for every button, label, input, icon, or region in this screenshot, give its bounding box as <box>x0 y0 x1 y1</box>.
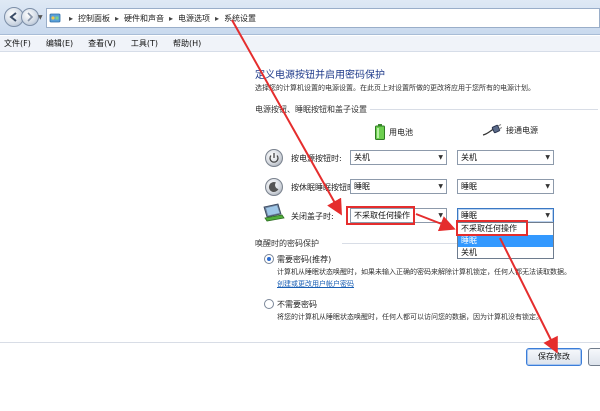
breadcrumb-separator: ▸ <box>215 13 220 23</box>
section-divider <box>370 109 598 110</box>
column-label-plugged: 接通电源 <box>506 125 538 135</box>
breadcrumb-separator: ▸ <box>169 13 174 23</box>
history-dropdown-icon[interactable]: ▼ <box>38 14 43 21</box>
menu-help[interactable]: 帮助(H) <box>173 38 201 49</box>
select-value: 关机 <box>354 153 370 162</box>
menu-bar: 文件(F) 编辑(E) 查看(V) 工具(T) 帮助(H) <box>0 36 600 52</box>
section-title-password: 唤醒时的密码保护 <box>255 239 319 248</box>
annotation-box-battery-lid <box>346 206 415 225</box>
control-panel-icon <box>49 13 61 23</box>
save-changes-button[interactable]: 保存修改 <box>526 348 582 366</box>
annotation-box-dropdown-option <box>456 220 528 236</box>
sleep-button-plugged-select[interactable]: 睡眠 ▼ <box>457 179 554 194</box>
breadcrumb-power-options[interactable]: 电源选项 <box>178 13 210 24</box>
battery-icon <box>375 124 385 140</box>
column-label-battery: 用电池 <box>389 127 413 137</box>
chevron-down-icon: ▼ <box>545 212 550 219</box>
plug-icon <box>482 124 502 136</box>
no-password-title[interactable]: 不需要密码 <box>277 299 317 310</box>
footer-divider <box>0 342 600 343</box>
breadcrumb-system-settings[interactable]: 系统设置 <box>224 13 256 24</box>
power-button-battery-select[interactable]: 关机 ▼ <box>350 150 447 165</box>
chevron-down-icon: ▼ <box>438 154 443 161</box>
cancel-button[interactable] <box>588 348 600 366</box>
select-value: 睡眠 <box>354 182 370 191</box>
close-lid-label: 关闭盖子时: <box>291 212 334 221</box>
section-title-buttons: 电源按钮、睡眠按钮和盖子设置 <box>255 105 367 114</box>
laptop-lid-icon <box>263 203 285 222</box>
select-value: 关机 <box>461 153 477 162</box>
require-password-radio[interactable] <box>264 254 274 264</box>
column-header-battery: 用电池 <box>375 124 413 140</box>
address-bar: ▼ ▸ 控制面板 ▸ 硬件和声音 ▸ 电源选项 ▸ 系统设置 <box>0 0 600 35</box>
forward-icon <box>27 12 34 22</box>
forward-button[interactable] <box>21 8 39 26</box>
breadcrumb-separator: ▸ <box>69 13 74 23</box>
dropdown-option-sleep[interactable]: 睡眠 <box>458 235 553 247</box>
menu-view[interactable]: 查看(V) <box>88 38 116 49</box>
annotation-arrows <box>231 19 558 354</box>
sleep-icon <box>265 178 283 196</box>
menu-tools[interactable]: 工具(T) <box>131 38 158 49</box>
power-icon <box>265 149 283 167</box>
no-password-radio[interactable] <box>264 299 274 309</box>
back-icon <box>9 12 17 22</box>
chevron-down-icon: ▼ <box>545 154 550 161</box>
no-password-description: 将您的计算机从睡眠状态唤醒时，任何人都可以访问您的数据，因为计算机没有锁定。 <box>277 313 543 321</box>
breadcrumb-hardware-sound[interactable]: 硬件和声音 <box>124 13 164 24</box>
require-password-title[interactable]: 需要密码(推荐) <box>277 254 331 265</box>
menu-edit[interactable]: 编辑(E) <box>46 38 73 49</box>
power-button-label: 按电源按钮时: <box>291 154 342 163</box>
section-divider <box>342 243 457 244</box>
chevron-down-icon: ▼ <box>438 183 443 190</box>
power-button-plugged-select[interactable]: 关机 ▼ <box>457 150 554 165</box>
chevron-down-icon: ▼ <box>545 183 550 190</box>
dropdown-option-shutdown[interactable]: 关机 <box>458 247 553 259</box>
chevron-down-icon: ▼ <box>438 212 443 219</box>
select-value: 睡眠 <box>461 211 477 220</box>
select-value: 睡眠 <box>461 182 477 191</box>
breadcrumb-separator: ▸ <box>115 13 120 23</box>
sleep-button-label: 按休眠睡眠按钮时: <box>291 183 358 192</box>
breadcrumb-control-panel[interactable]: 控制面板 <box>78 13 110 24</box>
sleep-button-battery-select[interactable]: 睡眠 ▼ <box>350 179 447 194</box>
page-title: 定义电源按钮并启用密码保护 <box>255 70 385 81</box>
require-password-description: 计算机从睡眠状态唤醒时，如果未输入正确的密码来解除计算机锁定，任何人都无法读取数… <box>277 268 571 276</box>
create-password-link[interactable]: 创建或更改用户帐户密码 <box>277 279 354 289</box>
column-header-plugged: 接通电源 <box>482 124 538 136</box>
page-description: 选择您的计算机设置的电源设置。在此页上对设置所做的更改将应用于您所有的电源计划。 <box>255 84 535 92</box>
menu-file[interactable]: 文件(F) <box>4 38 31 49</box>
breadcrumb[interactable]: ▸ 控制面板 ▸ 硬件和声音 ▸ 电源选项 ▸ 系统设置 <box>46 8 600 28</box>
